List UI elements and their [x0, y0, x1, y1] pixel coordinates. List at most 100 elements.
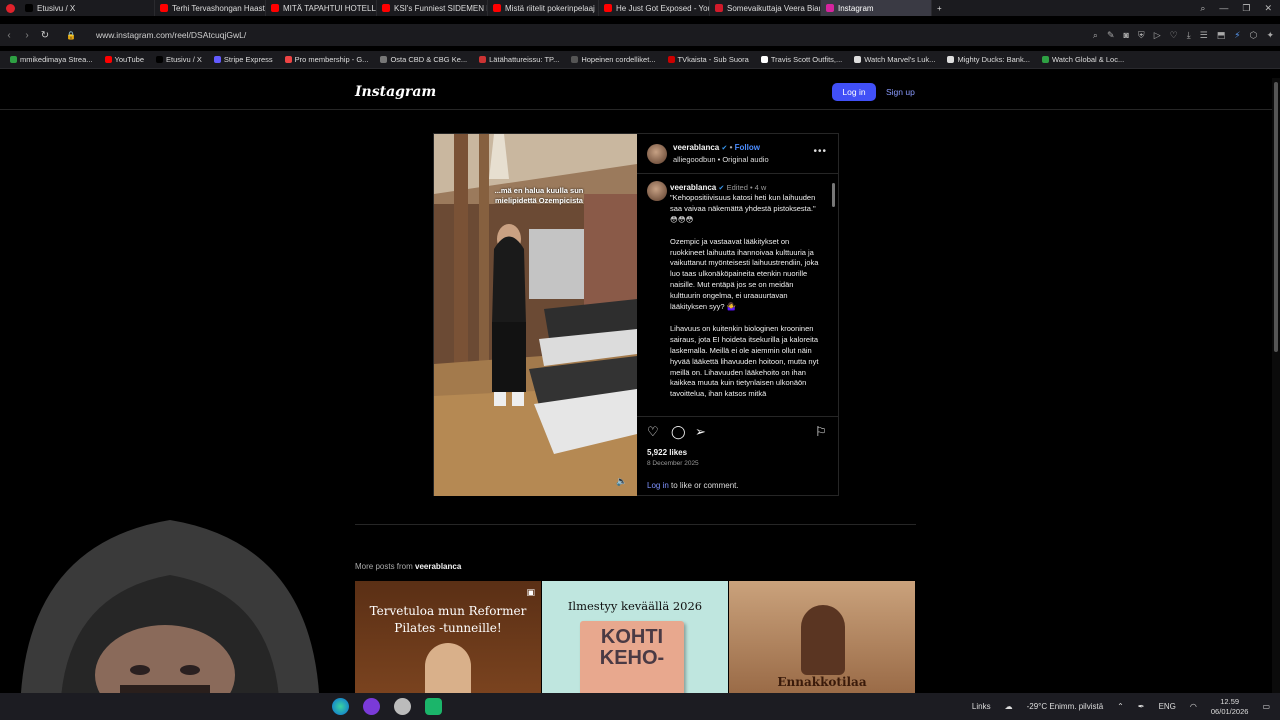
lock-icon[interactable]: 🔒 [66, 31, 76, 40]
mute-icon[interactable]: 🔈 [616, 476, 627, 487]
more-posts-username[interactable]: veerablanca [415, 562, 461, 571]
browser-tab[interactable]: Terhi Tervashongan Haasta [155, 0, 266, 16]
bookmark-item[interactable]: Travis Scott Outfits,... [760, 55, 843, 64]
instagram-logo[interactable]: Instagram [355, 84, 436, 100]
audio-link[interactable]: alliegoodbun • Original audio [673, 155, 769, 164]
browser-tab[interactable]: Somevaikuttaja Veera Bian [710, 0, 821, 16]
comment-avatar[interactable] [647, 181, 667, 201]
bookmark-icon[interactable]: ⚐ [815, 424, 827, 440]
avatar[interactable] [647, 144, 667, 164]
clock[interactable]: 12.59 06/01/2026 [1211, 697, 1249, 717]
bookmark-item[interactable]: Osta CBD & CBG Ke... [380, 55, 467, 64]
cube-icon[interactable]: ⬡ [1250, 30, 1258, 41]
bookmark-label: TVkaista - Sub Suora [677, 55, 749, 64]
reload-icon[interactable]: ↻ [36, 30, 54, 41]
signup-link[interactable]: Sign up [886, 87, 915, 97]
browser-tab[interactable]: MITÄ TAPAHTUI HOTELLIS [266, 0, 377, 16]
restore-icon[interactable]: ❐ [1242, 3, 1250, 14]
camera-icon[interactable]: ◙ [1123, 30, 1128, 41]
edit-icon[interactable]: ✎ [1107, 30, 1115, 41]
bookmark-favicon-icon [854, 56, 862, 63]
ai-icon[interactable]: ✦ [1266, 30, 1274, 41]
browser-tab[interactable]: He Just Got Exposed - You [599, 0, 710, 16]
bookmark-item[interactable]: mmikedimaya Strea... [10, 55, 93, 64]
browser-menu-icon[interactable] [0, 3, 20, 13]
opera-gx-icon[interactable] [363, 698, 380, 715]
login-link[interactable]: Log in [647, 481, 669, 490]
likes-count[interactable]: 5,922 likes [647, 448, 687, 457]
bookmark-item[interactable]: Hopeinen cordelliket... [571, 55, 656, 64]
extension-icon[interactable]: ⬒ [1217, 30, 1226, 41]
play-icon[interactable]: ▷ [1154, 30, 1161, 41]
browser-tab[interactable]: Instagram [821, 0, 932, 16]
bookmark-label: Travis Scott Outfits,... [770, 55, 843, 64]
download-icon[interactable]: ⤓ [1187, 30, 1191, 41]
browser-tab[interactable]: Etusivu / X [20, 0, 155, 16]
lens-icon[interactable]: ⌕ [1093, 30, 1098, 41]
bookmark-favicon-icon [571, 56, 579, 63]
bookmark-item[interactable]: Etusivu / X [156, 55, 202, 64]
reel-icon: ▣ [526, 587, 535, 597]
caption-scrollbar[interactable] [831, 175, 836, 413]
terminal-icon[interactable] [425, 698, 442, 715]
thumbnail-text: Tervetuloa mun Reformer Pilates -tunneil… [369, 604, 527, 635]
notifications-icon[interactable]: ▭ [1262, 702, 1270, 711]
bookmark-favicon-icon [667, 56, 675, 63]
weather-text[interactable]: -29°C Enimm. pilvistä [1027, 702, 1104, 711]
post-thumbnail[interactable]: Ennakkotilaa [729, 581, 915, 693]
like-icon[interactable]: ♡ [647, 424, 659, 440]
follow-button[interactable]: Follow [735, 143, 760, 152]
weather-icon[interactable]: ☁ [1005, 702, 1013, 711]
tab-label: Mistä riitelit pokerinpelaaj [505, 3, 595, 13]
tray-chevron-icon[interactable]: ⌃ [1117, 702, 1124, 711]
search-tabs-icon[interactable]: ⌕ [1200, 3, 1205, 14]
caption-scroll-thumb[interactable] [832, 183, 835, 207]
post-thumbnail[interactable]: Ilmestyy keväällä 2026 KOHTI KEHO- [542, 581, 728, 693]
browser-tab[interactable]: Mistä riitelit pokerinpelaaj [488, 0, 599, 16]
menu-icon[interactable]: ☰ [1200, 30, 1208, 41]
bookmark-item[interactable]: YouTube [104, 55, 144, 64]
comment-icon[interactable]: ◯ [671, 424, 686, 440]
new-tab-button[interactable]: + [932, 0, 947, 16]
back-icon[interactable]: ‹ [0, 30, 18, 41]
tab-favicon-icon [382, 4, 390, 12]
bookmark-item[interactable]: Watch Marvel's Luk... [854, 55, 935, 64]
browser-tab[interactable]: KSI's Funniest SIDEMEN M [377, 0, 488, 16]
url-field[interactable]: www.instagram.com/reel/DSAtcuqjGwL/ [96, 30, 246, 40]
links-label[interactable]: Links [972, 702, 991, 711]
forward-icon[interactable]: › [18, 30, 36, 41]
app-icon[interactable] [394, 698, 411, 715]
more-options-icon[interactable]: ••• [813, 146, 827, 157]
bookmark-label: Watch Global & Loc... [1051, 55, 1125, 64]
shield-icon[interactable]: ⛨ [1138, 30, 1145, 41]
page-scroll-thumb[interactable] [1274, 82, 1278, 352]
post-date: 8 December 2025 [647, 460, 699, 467]
bookmark-item[interactable]: TVkaista - Sub Suora [667, 55, 749, 64]
caption-username[interactable]: veerablanca [670, 183, 716, 192]
bookmark-item[interactable]: Lätähattureissu: TP... [479, 55, 559, 64]
pen-icon[interactable]: ✒ [1138, 702, 1145, 711]
post-thumbnail[interactable]: Tervetuloa mun Reformer Pilates -tunneil… [355, 581, 541, 693]
reel-video[interactable]: ...mä en halua kuulla sun mielipidettä O… [434, 134, 637, 496]
book-title: KOHTI KEHO- [599, 626, 665, 669]
bookmark-item[interactable]: Pro membership - G... [284, 55, 368, 64]
vpn-icon[interactable]: ⚡ [1234, 30, 1240, 41]
bookmark-item[interactable]: Watch Global & Loc... [1041, 55, 1125, 64]
bookmark-label: Lätähattureissu: TP... [489, 55, 560, 64]
share-icon[interactable]: ➢ [695, 424, 706, 440]
language-indicator[interactable]: ENG [1159, 702, 1176, 711]
owner-username[interactable]: veerablanca [673, 143, 719, 152]
bookmark-item[interactable]: Mighty Ducks: Bank... [947, 55, 1030, 64]
edge-icon[interactable] [332, 698, 349, 715]
bookmark-item[interactable]: Stripe Express [213, 55, 273, 64]
wifi-icon[interactable]: ◠ [1190, 702, 1197, 711]
heart-icon[interactable]: ♡ [1170, 30, 1178, 41]
person-photo [801, 605, 845, 675]
close-window-icon[interactable]: ✕ [1264, 3, 1272, 14]
minimize-icon[interactable]: — [1219, 3, 1228, 14]
login-button[interactable]: Log in [832, 83, 876, 101]
thumbnail-text: Ilmestyy keväällä 2026 [567, 599, 703, 613]
tab-favicon-icon [826, 4, 834, 12]
reel-post: ...mä en halua kuulla sun mielipidettä O… [433, 133, 839, 496]
tab-favicon-icon [25, 4, 33, 12]
